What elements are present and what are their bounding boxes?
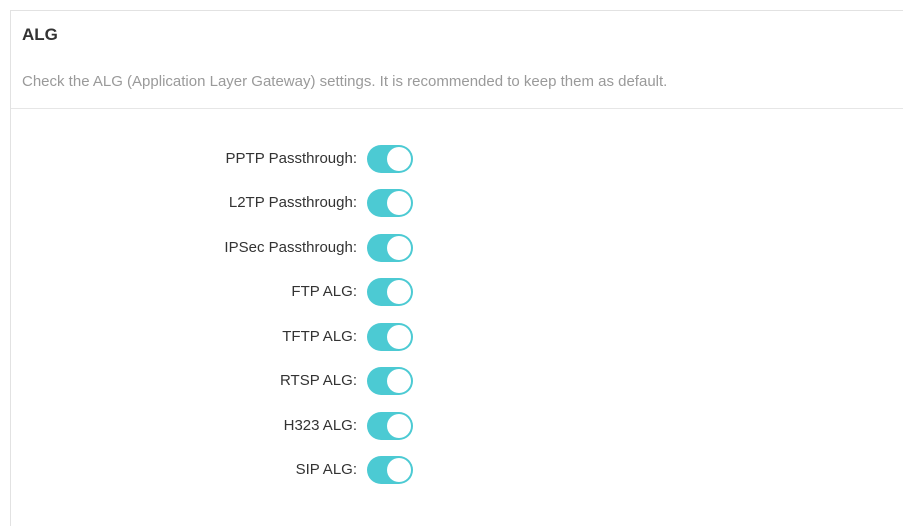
sip-alg-label: SIP ALG: <box>295 461 357 478</box>
h323-alg-label: H323 ALG: <box>283 417 357 434</box>
section-description: Check the ALG (Application Layer Gateway… <box>22 73 668 90</box>
toggle-knob <box>387 191 411 215</box>
h323-alg-toggle[interactable] <box>367 412 413 440</box>
ipsec-passthrough-toggle[interactable] <box>367 234 413 262</box>
l2tp-passthrough-toggle[interactable] <box>367 189 413 217</box>
setting-row-sip-alg: SIP ALG: <box>11 453 471 487</box>
tftp-alg-toggle[interactable] <box>367 323 413 351</box>
toggle-knob <box>387 147 411 171</box>
pptp-passthrough-label: PPTP Passthrough: <box>225 150 357 167</box>
setting-row-pptp-passthrough: PPTP Passthrough: <box>11 142 471 176</box>
pptp-passthrough-toggle[interactable] <box>367 145 413 173</box>
setting-row-rtsp-alg: RTSP ALG: <box>11 364 471 398</box>
rtsp-alg-toggle[interactable] <box>367 367 413 395</box>
ipsec-passthrough-label: IPSec Passthrough: <box>224 239 357 256</box>
setting-row-tftp-alg: TFTP ALG: <box>11 320 471 354</box>
tftp-alg-label: TFTP ALG: <box>282 328 357 345</box>
toggle-knob <box>387 369 411 393</box>
rtsp-alg-label: RTSP ALG: <box>280 372 357 389</box>
l2tp-passthrough-label: L2TP Passthrough: <box>228 194 357 211</box>
ftp-alg-toggle[interactable] <box>367 278 413 306</box>
sip-alg-toggle[interactable] <box>367 456 413 484</box>
toggle-knob <box>387 280 411 304</box>
setting-row-l2tp-passthrough: L2TP Passthrough: <box>11 186 471 220</box>
setting-row-ftp-alg: FTP ALG: <box>11 275 471 309</box>
toggle-knob <box>387 325 411 349</box>
ftp-alg-label: FTP ALG: <box>291 283 357 300</box>
toggle-knob <box>387 236 411 260</box>
alg-settings-panel: ALG Check the ALG (Application Layer Gat… <box>10 10 903 526</box>
setting-row-ipsec-passthrough: IPSec Passthrough: <box>11 231 471 265</box>
section-title: ALG <box>22 25 58 44</box>
toggle-knob <box>387 414 411 438</box>
setting-row-h323-alg: H323 ALG: <box>11 409 471 443</box>
toggle-knob <box>387 458 411 482</box>
divider <box>11 108 903 109</box>
